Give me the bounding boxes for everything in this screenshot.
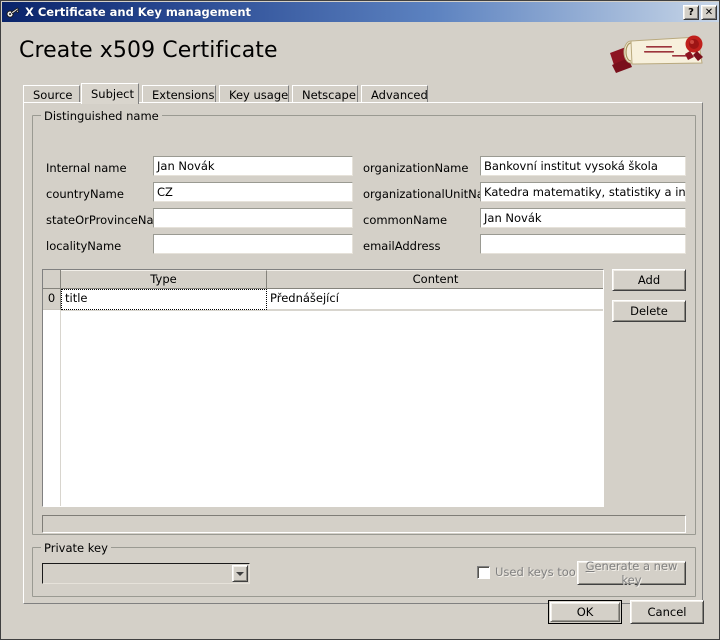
state-or-province-name-input[interactable] (153, 208, 353, 228)
checkbox-box[interactable] (477, 565, 490, 579)
tab-key-usage[interactable]: Key usage (219, 85, 289, 103)
table-status-bar (42, 515, 686, 533)
tabpage-subject: Distinguished name Internal name country… (23, 102, 703, 604)
private-key-select[interactable] (42, 563, 250, 584)
generate-rest-text: enerate a new key (594, 559, 678, 587)
label-internal-name: Internal name (46, 161, 127, 175)
label-locality-name: localityName (46, 239, 122, 253)
ok-button-label: OK (576, 605, 594, 619)
help-button[interactable]: ? (683, 4, 699, 20)
tab-extensions[interactable]: Extensions (142, 85, 216, 103)
generate-new-key-button[interactable]: Generate a new key (577, 559, 686, 587)
label-common-name: commonName (363, 213, 448, 227)
dialog-client-area: Create x509 Certificate Source Subject E… (2, 22, 719, 639)
table-header-content[interactable]: Content (267, 270, 603, 289)
tab-netscape[interactable]: Netscape (292, 85, 358, 103)
generate-new-key-label: Generate a new key (578, 559, 685, 587)
table-header-type[interactable]: Type (61, 270, 267, 289)
email-address-input[interactable] (480, 234, 686, 254)
page-title: Create x509 Certificate (19, 38, 278, 63)
close-button[interactable]: ✕ (701, 4, 717, 20)
window-title: X Certificate and Key management (25, 5, 252, 19)
ok-button-inner: OK (550, 602, 620, 622)
organization-name-input[interactable]: Bankovní institut vysoká škola (480, 156, 686, 176)
certificate-scroll-logo (606, 27, 710, 77)
used-keys-too-label: Used keys too (495, 565, 576, 579)
common-name-input[interactable]: Jan Novák (480, 208, 686, 228)
private-key-group-label: Private key (41, 541, 111, 555)
chevron-down-icon[interactable] (232, 565, 248, 582)
window-controls: ? ✕ (683, 4, 719, 20)
add-button[interactable]: Add (612, 269, 686, 291)
label-email-address: emailAddress (363, 239, 441, 253)
table-cell-content[interactable]: Přednášející (267, 289, 603, 310)
certificate-dialog-window: X Certificate and Key management ? ✕ Cre… (0, 0, 720, 640)
table-corner-header (43, 270, 61, 289)
delete-button[interactable]: Delete (612, 300, 686, 322)
extra-attributes-table[interactable]: Type Content 0 title Přednášející (42, 269, 604, 507)
tab-subject[interactable]: Subject (81, 83, 139, 104)
country-name-input[interactable]: CZ (153, 182, 353, 202)
table-rowheader-divider (60, 310, 61, 506)
ok-button[interactable]: OK (548, 600, 622, 624)
tab-advanced[interactable]: Advanced (361, 85, 428, 103)
distinguished-name-group-label: Distinguished name (41, 109, 162, 123)
table-cell-type[interactable]: title (61, 289, 267, 310)
label-country-name: countryName (46, 187, 124, 201)
organizational-unit-name-input[interactable]: Katedra matematiky, statistiky a informa… (480, 182, 686, 202)
internal-name-input[interactable]: Jan Novák (153, 156, 353, 176)
cancel-button[interactable]: Cancel (630, 600, 704, 624)
tab-source[interactable]: Source (23, 85, 80, 103)
tabstrip: Source Subject Extensions Key usage Nets… (23, 83, 703, 104)
locality-name-input[interactable] (153, 234, 353, 254)
label-organization-name: organizationName (363, 161, 469, 175)
table-gridline (61, 310, 603, 311)
used-keys-too-checkbox[interactable]: Used keys too (477, 565, 576, 579)
table-row-header[interactable]: 0 (43, 289, 61, 310)
window-titlebar[interactable]: X Certificate and Key management ? ✕ (2, 2, 719, 22)
key-icon (4, 3, 22, 21)
